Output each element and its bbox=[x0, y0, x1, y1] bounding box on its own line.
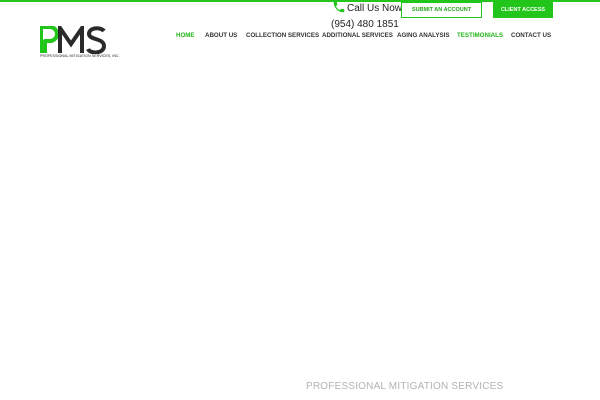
phone-icon bbox=[333, 1, 345, 13]
nav-item-collection-services[interactable]: COLLECTION SERVICES bbox=[246, 32, 319, 41]
phone-number[interactable]: (954) 480 1851 bbox=[331, 19, 399, 30]
client-access-button[interactable]: CLIENT ACCESS bbox=[493, 2, 553, 18]
nav-item-additional-services[interactable]: ADDITIONAL SERVICES bbox=[322, 32, 393, 41]
call-us-label: Call Us Now bbox=[347, 3, 403, 14]
hero-caption: PROFESSIONAL MITIGATION SERVICES bbox=[306, 381, 504, 392]
nav-item-contact-us[interactable]: CONTACT US bbox=[511, 32, 551, 41]
nav-item-testimonials[interactable]: TESTIMONIALS bbox=[457, 32, 503, 41]
nav-item-about-us[interactable]: ABOUT US bbox=[205, 32, 237, 41]
main-nav: HOME ABOUT US COLLECTION SERVICES ADDITI… bbox=[0, 32, 600, 42]
logo-subtitle: Professional Mitigation Services, Inc. bbox=[40, 54, 120, 58]
nav-item-home[interactable]: HOME bbox=[176, 32, 195, 41]
submit-account-button[interactable]: SUBMIT AN ACCOUNT bbox=[401, 2, 482, 18]
call-us-block[interactable]: Call Us Now (954) 480 1851 bbox=[329, 0, 402, 34]
nav-item-aging-analysis[interactable]: AGING ANALYSIS bbox=[397, 32, 450, 41]
